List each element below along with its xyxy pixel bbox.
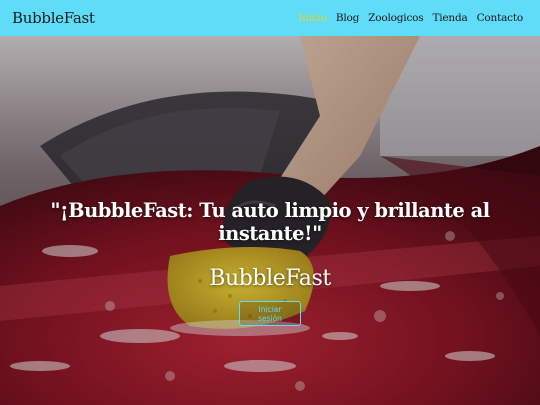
nav-link-tienda[interactable]: Tienda [432, 12, 467, 24]
nav-link-zoologicos[interactable]: Zoologicos [368, 12, 423, 24]
hero-headline: "¡BubbleFast: Tu auto limpio y brillante… [50, 199, 490, 245]
brand-logo-link[interactable]: BubbleFast [12, 9, 95, 27]
nav-link-blog[interactable]: Blog [336, 12, 360, 24]
page: BubbleFast Inicio Blog Zoologicos Tienda… [0, 0, 540, 405]
hero-section: "¡BubbleFast: Tu auto limpio y brillante… [0, 36, 540, 405]
nav-links: Inicio Blog Zoologicos Tienda Contacto [298, 12, 523, 24]
nav-link-inicio[interactable]: Inicio [298, 12, 327, 24]
nav-link-contacto[interactable]: Contacto [477, 12, 524, 24]
login-button[interactable]: Iniciar sesión [239, 301, 301, 326]
navbar: BubbleFast Inicio Blog Zoologicos Tienda… [0, 0, 540, 36]
hero-brand-name: BubbleFast [209, 266, 331, 291]
